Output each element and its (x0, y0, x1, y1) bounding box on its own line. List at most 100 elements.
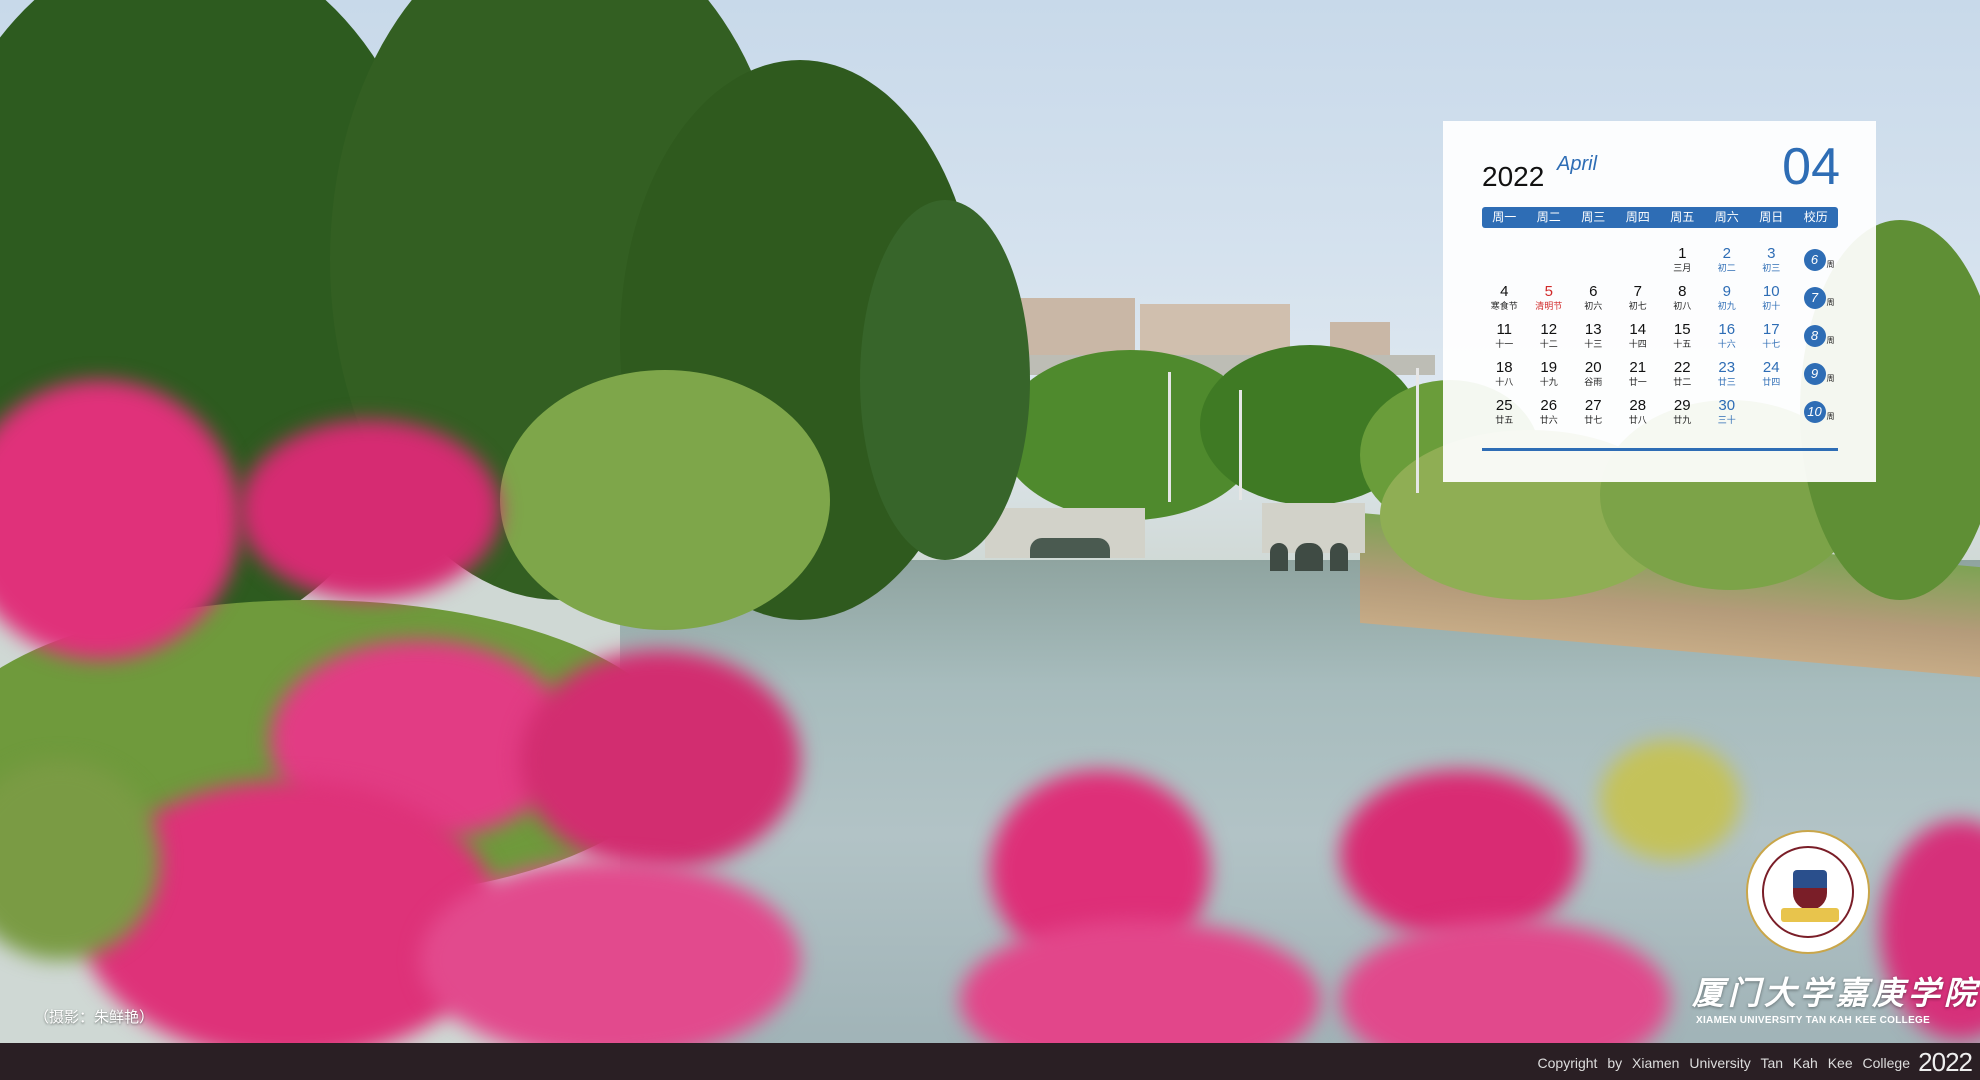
lunar-date: 廿三 (1717, 377, 1736, 387)
school-week-badge: 9 (1803, 363, 1826, 385)
calendar-week-row: 25 廿五 26 廿六 27 廿七 28 廿八 29 廿九 30 三十 10 周 (1482, 397, 1838, 435)
street-lamp (1239, 390, 1242, 500)
calendar-day: 25 廿五 (1482, 397, 1527, 435)
calendar-day: 19 十九 (1527, 359, 1572, 397)
weekday-label: 周二 (1536, 210, 1561, 224)
calendar-day: 24 廿四 (1749, 359, 1794, 397)
lunar-date: 清明节 (1535, 301, 1563, 311)
copyright-text: Copyright by Xiamen University Tan Kah K… (1537, 1055, 1910, 1071)
day-number: 9 (1722, 283, 1731, 300)
day-number: 26 (1540, 397, 1558, 414)
day-number: 16 (1718, 321, 1736, 338)
day-number: 12 (1540, 321, 1558, 338)
day-number: 24 (1762, 359, 1780, 376)
week-suffix: 周 (1826, 298, 1835, 307)
lunar-date: 初八 (1673, 301, 1692, 311)
weekday-label: 周四 (1625, 210, 1650, 224)
pink-flower (240, 420, 500, 600)
lunar-date: 三月 (1673, 263, 1692, 273)
lunar-date: 十七 (1762, 339, 1781, 349)
school-week-badge: 10 (1803, 401, 1826, 423)
day-number: 10 (1762, 283, 1780, 300)
street-lamp (1168, 372, 1171, 502)
street-lamp (1416, 368, 1419, 493)
lunar-date: 十五 (1673, 339, 1692, 349)
calendar-day: 9 初九 (1705, 283, 1750, 321)
calendar-day: 28 廿八 (1616, 397, 1661, 435)
footer-bar: Copyright by Xiamen University Tan Kah K… (0, 1043, 1980, 1080)
calendar-day: 10 初十 (1749, 283, 1794, 321)
calendar-day (1571, 245, 1616, 283)
weekday-label: 周一 (1492, 210, 1517, 224)
lunar-date: 初七 (1628, 301, 1647, 311)
seal-ribbon (1781, 908, 1839, 922)
college-seal-logo (1746, 830, 1870, 954)
lunar-date: 十六 (1717, 339, 1736, 349)
photo-credit: （摄影：朱鲜艳） (34, 1009, 155, 1026)
lunar-date: 初十 (1762, 301, 1781, 311)
day-number: 3 (1767, 245, 1776, 262)
calendar-day (1527, 245, 1572, 283)
lunar-date: 初三 (1762, 263, 1781, 273)
calendar-day: 29 廿九 (1660, 397, 1705, 435)
weekday-label: 周日 (1759, 210, 1784, 224)
day-number: 30 (1718, 397, 1736, 414)
distant-buildings (1140, 304, 1290, 356)
lunar-date: 十三 (1584, 339, 1603, 349)
day-number: 28 (1629, 397, 1647, 414)
day-number: 17 (1762, 321, 1780, 338)
day-number: 20 (1584, 359, 1602, 376)
week-suffix: 周 (1826, 336, 1835, 345)
calendar-day: 21 廿一 (1616, 359, 1661, 397)
weekday-header: 周一 周二 周三 周四 周五 周六 周日 校历 (1482, 207, 1838, 228)
school-calendar-label: 校历 (1803, 210, 1828, 224)
week-suffix: 周 (1826, 412, 1835, 421)
day-number: 11 (1496, 321, 1513, 338)
calendar-day (1482, 245, 1527, 283)
day-number: 27 (1584, 397, 1602, 414)
lunar-date: 廿七 (1584, 415, 1603, 425)
lunar-date: 廿五 (1495, 415, 1514, 425)
bridge-arch (1030, 538, 1110, 558)
calendar-day: 13 十三 (1571, 321, 1616, 359)
calendar-day: 11 十一 (1482, 321, 1527, 359)
calendar-day: 26 廿六 (1527, 397, 1572, 435)
bridge-arch (1330, 543, 1348, 571)
calendar-card: 2022 April 04 周一 周二 周三 周四 周五 周六 周日 校历 1三… (1443, 121, 1876, 482)
seal-shield (1793, 870, 1827, 910)
calendar-day: 17 十七 (1749, 321, 1794, 359)
calendar-day: 30 三十 (1705, 397, 1750, 435)
weekday-label: 周五 (1670, 210, 1695, 224)
lunar-date: 廿八 (1628, 415, 1647, 425)
day-number: 7 (1633, 283, 1642, 300)
seal-ring (1762, 846, 1854, 938)
lunar-date: 廿一 (1628, 377, 1647, 387)
calendar-day: 15 十五 (1660, 321, 1705, 359)
calendar-day: 7 初七 (1616, 283, 1661, 321)
day-number: 15 (1673, 321, 1691, 338)
pink-flower (520, 650, 800, 870)
bridge-arch (1295, 543, 1323, 571)
calendar-day (1616, 245, 1661, 283)
lunar-date: 初二 (1717, 263, 1736, 273)
day-number: 25 (1495, 397, 1513, 414)
calendar-day: 16 十六 (1705, 321, 1750, 359)
footer-year: 2022 (1918, 1047, 1973, 1077)
school-week-cell: 6周 (1794, 245, 1839, 283)
weekday-label: 周三 (1581, 210, 1606, 224)
lunar-date: 初六 (1584, 301, 1603, 311)
pink-flower (1340, 770, 1580, 940)
day-number: 23 (1718, 359, 1736, 376)
lunar-date: 初九 (1717, 301, 1736, 311)
day-number: 18 (1495, 359, 1513, 376)
calendar-day: 5 清明节 (1527, 283, 1572, 321)
school-week-cell: 7周 (1794, 283, 1839, 321)
weekday-label: 周六 (1714, 210, 1739, 224)
calendar-month-number: 04 (1782, 138, 1840, 196)
day-number: 5 (1544, 283, 1553, 300)
college-name-en: XIAMEN UNIVERSITY TAN KAH KEE COLLEGE (1696, 1015, 1931, 1026)
bridge-arch (1270, 543, 1288, 571)
calendar-day: 8 初八 (1660, 283, 1705, 321)
lunar-date: 寒食节 (1490, 301, 1518, 311)
calendar-week-row: 1 三月 2 初二 3 初三 6 周 (1482, 245, 1838, 283)
